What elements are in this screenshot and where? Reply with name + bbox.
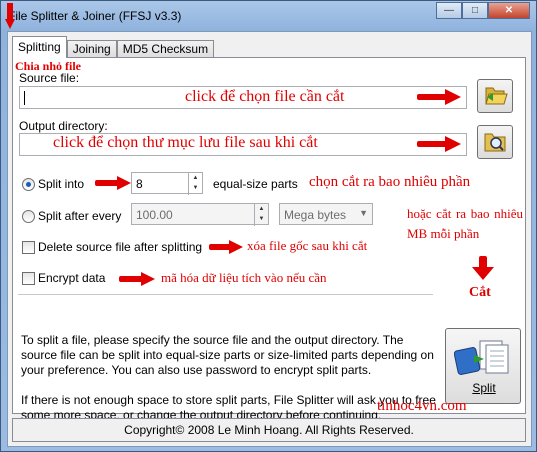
delete-source-label: Delete source file after splitting	[38, 240, 203, 254]
folder-open-icon	[485, 87, 508, 105]
source-annotation: click để chọn file cần cắt	[185, 88, 345, 105]
watermark: tinhoc4vn.com	[377, 398, 467, 414]
source-file-label: Source file:	[19, 71, 80, 85]
split-files-icon	[454, 340, 509, 375]
split-button-label: Split	[472, 381, 496, 395]
delete-annotation: xóa file gốc sau khi cắt	[247, 238, 368, 253]
spin-down-icon[interactable]: ▼	[255, 214, 268, 224]
equal-parts-label: equal-size parts	[213, 177, 298, 191]
encrypt-annotation: mã hóa dữ liệu tích vào nếu cần	[161, 270, 327, 285]
annotation-right-arrow-icon	[119, 272, 155, 286]
annotation-down-arrow-icon	[5, 3, 15, 29]
spin-down-icon[interactable]: ▼	[189, 183, 202, 193]
spin-up-icon[interactable]: ▲	[189, 173, 202, 183]
size-unit-value: Mega bytes	[284, 208, 347, 222]
folder-search-icon	[484, 133, 506, 152]
divider	[18, 294, 433, 295]
split-after-radio[interactable]	[22, 210, 35, 223]
status-bar: Copyright© 2008 Le Minh Hoang. All Right…	[12, 418, 526, 442]
parts-annotation: chọn cắt ra bao nhiêu phần	[309, 174, 471, 190]
tab-md5-checksum[interactable]: MD5 Checksum	[116, 40, 215, 58]
app-window: File Splitter & Joiner (FFSJ v3.3) — □ ✕…	[0, 0, 537, 452]
window-client: Splitting Joining MD5 Checksum Chia nhỏ …	[7, 31, 532, 447]
close-icon: ✕	[504, 5, 514, 16]
minimize-icon: —	[444, 5, 454, 16]
window-title: File Splitter & Joiner (FFSJ v3.3)	[8, 9, 182, 23]
tab-strip: Splitting Joining MD5 Checksum	[12, 36, 215, 58]
output-annotation: click để chọn thư mục lưu file sau khi c…	[53, 134, 318, 151]
annotation-right-arrow-icon	[417, 136, 461, 152]
annotation-down-arrow-icon	[472, 256, 494, 280]
split-button[interactable]: Split	[445, 328, 521, 404]
title-bar: File Splitter & Joiner (FFSJ v3.3) — □ ✕	[1, 1, 536, 31]
tab-joining[interactable]: Joining	[66, 40, 117, 58]
chevron-down-icon: ▼	[359, 208, 368, 218]
annotation-right-arrow-icon	[209, 240, 243, 254]
split-into-spinner[interactable]: ▲ ▼	[188, 173, 202, 195]
maximize-button[interactable]: □	[462, 2, 488, 19]
split-size-spinner[interactable]: ▲ ▼	[254, 204, 268, 226]
copyright-text: Copyright© 2008 Le Minh Hoang. All Right…	[124, 423, 414, 437]
split-size-input[interactable]: 100.00 ▲ ▼	[131, 203, 269, 226]
split-into-count-value: 8	[136, 177, 143, 191]
close-button[interactable]: ✕	[488, 2, 530, 19]
text-caret	[24, 91, 25, 105]
split-size-value: 100.00	[136, 208, 173, 222]
split-into-count-input[interactable]: 8 ▲ ▼	[131, 172, 203, 195]
output-directory-label: Output directory:	[19, 119, 108, 133]
size-unit-select[interactable]: Mega bytes ▼	[279, 203, 373, 225]
spin-up-icon[interactable]: ▲	[255, 204, 268, 214]
splitting-panel: Chia nhỏ file Source file: click để chọn…	[12, 57, 526, 422]
split-after-label: Split after every	[38, 209, 122, 223]
split-annotation: Cắt	[469, 285, 491, 300]
annotation-right-arrow-icon	[417, 89, 461, 105]
encrypt-data-checkbox[interactable]	[22, 272, 35, 285]
encrypt-data-label: Encrypt data	[38, 271, 106, 285]
browse-source-button[interactable]	[477, 79, 513, 113]
delete-source-checkbox[interactable]	[22, 241, 35, 254]
maximize-icon: □	[471, 5, 479, 16]
split-into-label: Split into	[38, 177, 85, 191]
split-into-radio[interactable]	[22, 178, 35, 191]
minimize-button[interactable]: —	[436, 2, 462, 19]
tab-splitting[interactable]: Splitting	[12, 36, 67, 58]
browse-output-button[interactable]	[477, 125, 513, 159]
help-paragraph-1: To split a file, please specify the sour…	[21, 333, 434, 377]
annotation-right-arrow-icon	[95, 176, 131, 190]
size-annotation: hoặc cắt ra bao nhiêu MB mỗi phần	[407, 206, 523, 241]
